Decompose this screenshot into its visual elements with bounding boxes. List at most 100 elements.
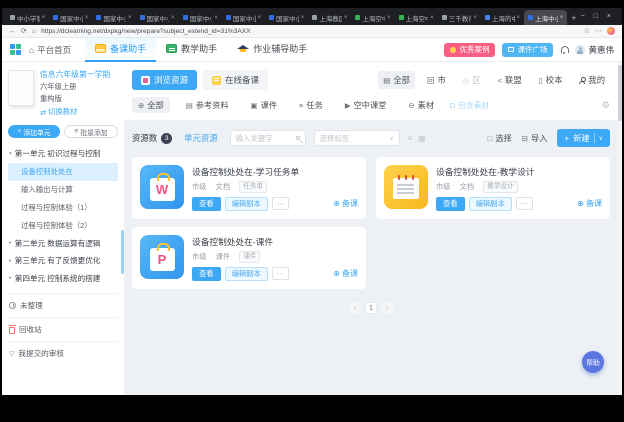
filter-air-classroom[interactable]: ▶空中课堂 [339,97,393,113]
browser-menu-icon[interactable]: ⋯ [595,27,602,35]
browser-tab[interactable]: 上海的中…× [481,10,524,25]
tab-close-icon[interactable]: × [344,15,348,21]
tab-close-icon[interactable]: × [171,15,175,21]
help-button[interactable]: 帮助 [582,351,604,373]
tree-leaf[interactable]: 输入输出与计算 [8,181,118,199]
prev-page-button[interactable]: ‹ [349,302,361,314]
tab-close-icon[interactable]: × [42,15,46,21]
tab-close-icon[interactable]: × [128,15,132,21]
tab-close-icon[interactable]: × [214,15,218,21]
browser-tab[interactable]: 国家中小…× [179,10,222,25]
batch-add-button[interactable]: ≡批量添加 [64,125,118,138]
scope-alliance[interactable]: <联盟 [493,71,527,89]
close-button[interactable]: × [607,13,611,20]
view-button[interactable]: 查看 [192,267,221,281]
prepare-lesson-link[interactable]: ⊕备课 [333,268,358,279]
tab-close-icon[interactable]: × [517,15,521,21]
scope-mine[interactable]: 我的 [574,71,610,89]
edit-copy-button[interactable]: 编辑副本 [225,267,268,281]
browser-tab[interactable]: 上海空中…× [395,10,438,25]
browser-tab[interactable]: 国家中小…× [136,10,179,25]
app-logo-icon[interactable] [10,44,21,55]
switch-textbook-link[interactable]: ⇄切换教材 [40,107,118,117]
back-icon[interactable]: ← [9,28,16,35]
excellent-cases-button[interactable]: 优秀案例 [444,43,495,57]
tree-leaf[interactable]: 过程与控制体验（2） [8,217,118,235]
edit-copy-button[interactable]: 编辑副本 [469,197,512,211]
scope-school[interactable]: ▯校本 [534,71,568,89]
create-button[interactable]: +新建∨ [557,129,610,147]
tab-close-icon[interactable]: × [258,15,262,21]
tab-close-icon[interactable]: × [430,15,434,21]
new-tab-button[interactable]: + [571,13,576,23]
maximize-button[interactable]: □ [594,13,598,20]
tab-close-icon[interactable]: × [301,15,305,21]
browser-tab[interactable]: 国家中小…× [92,10,135,25]
more-button[interactable]: ⋯ [516,197,533,210]
tree-unit-4[interactable]: ▸第四单元 控制系统的搭建 [8,270,118,287]
scrollbar-thumb[interactable] [618,65,622,121]
import-button[interactable]: ⊟导入 [522,132,548,144]
filter-courseware[interactable]: ▣课件 [245,97,283,113]
next-page-button[interactable]: › [381,302,393,314]
resource-card[interactable]: W 设备控制处处在-学习任务单 市级 文档 任务单 查看 编辑副本 [132,157,366,219]
minimize-button[interactable]: − [581,13,585,20]
filter-reference[interactable]: ▤参考资料 [180,97,235,113]
filter-tasks[interactable]: ≡任务 [293,97,329,113]
scope-city[interactable]: 回市 [422,71,451,89]
select-button[interactable]: □选择 [488,132,512,144]
tree-leaf[interactable]: 过程与控制体验（1） [8,199,118,217]
tab-close-icon[interactable]: × [473,15,477,21]
browser-tab[interactable]: 上海空中…× [351,10,394,25]
scope-all[interactable]: ▤全部 [378,71,415,89]
resource-card[interactable]: P 设备控制处处在-课件 市级 课件 课件 查看 编辑副本 ⋯ [132,227,366,289]
user-menu[interactable]: 黄惠伟 [575,44,614,56]
home-icon[interactable]: ⌂ [32,28,36,35]
mode-browse-resources[interactable]: 浏览资源 [132,70,197,90]
sidebar-item-unsorted[interactable]: 未整理 [8,293,118,317]
filter-materials[interactable]: ⊖素材 [402,97,440,113]
notification-bell-icon[interactable] [560,46,568,54]
edit-copy-button[interactable]: 编辑副本 [225,197,268,211]
browser-tab[interactable]: 中小学智× [6,10,49,25]
more-button[interactable]: ⋯ [272,267,289,280]
tree-unit-3[interactable]: ▸第三单元 有了反馈更优化 [8,252,118,269]
more-button[interactable]: ⋯ [272,197,289,210]
bookmark-star-icon[interactable]: ☆ [584,27,590,35]
platform-home-link[interactable]: ⌂平台首页 [29,44,71,56]
include-materials-checkbox[interactable]: 包含素材 [450,100,489,111]
search-input[interactable]: 输入关键字 [230,130,306,146]
tab-close-icon[interactable]: × [387,15,391,21]
browser-tab[interactable]: 三千教师× [438,10,481,25]
browser-profile-avatar[interactable] [607,27,615,35]
window-scrollbar[interactable] [618,62,622,395]
mode-online-prep[interactable]: 在线备课 [203,70,268,90]
gear-icon[interactable]: ⚙ [602,100,610,111]
tag-select[interactable]: 选择标签∨ [314,130,400,146]
add-unit-button[interactable]: +添加单元 [8,125,60,138]
tab-teaching-assistant[interactable]: 教学助手 [156,38,227,62]
tab-lesson-prep-assistant[interactable]: 备课助手 [85,38,156,62]
tab-close-icon[interactable]: × [560,15,564,21]
tab-homework-tutor-assistant[interactable]: 作业辅导助手 [227,38,317,62]
sidebar-item-recycle-bin[interactable]: 回收站 [8,317,118,341]
browser-tab[interactable]: 上海教区× [308,10,351,25]
list-view-icon[interactable]: ≡ [408,134,413,143]
view-button[interactable]: 查看 [192,197,221,211]
browser-tab[interactable]: 国家中小…× [265,10,308,25]
tree-leaf-selected[interactable]: 设备控制处处在 [8,163,118,181]
prepare-lesson-link[interactable]: ⊕备课 [577,198,602,209]
sidebar-item-my-submissions[interactable]: ▽我提交的审核 [8,341,118,365]
url-text[interactable]: https://dcleaming.net/dxpkg/new/prepare?… [41,28,579,35]
tree-unit-1[interactable]: ▾第一单元 初识过程与控制 [8,145,118,162]
grid-view-icon[interactable]: ▦ [418,134,426,143]
reload-icon[interactable]: ⟳ [21,27,27,35]
tab-close-icon[interactable]: × [85,15,89,21]
browser-tab-active[interactable]: 上海中小…× [524,10,567,25]
browser-tab[interactable]: 国家中小…× [222,10,265,25]
filter-all[interactable]: ⊕全部 [132,97,170,113]
view-button[interactable]: 查看 [436,197,465,211]
courseware-plaza-button[interactable]: 课件广场 [502,43,553,57]
browser-tab[interactable]: 国家中小…× [49,10,92,25]
page-number[interactable]: 1 [365,302,377,314]
